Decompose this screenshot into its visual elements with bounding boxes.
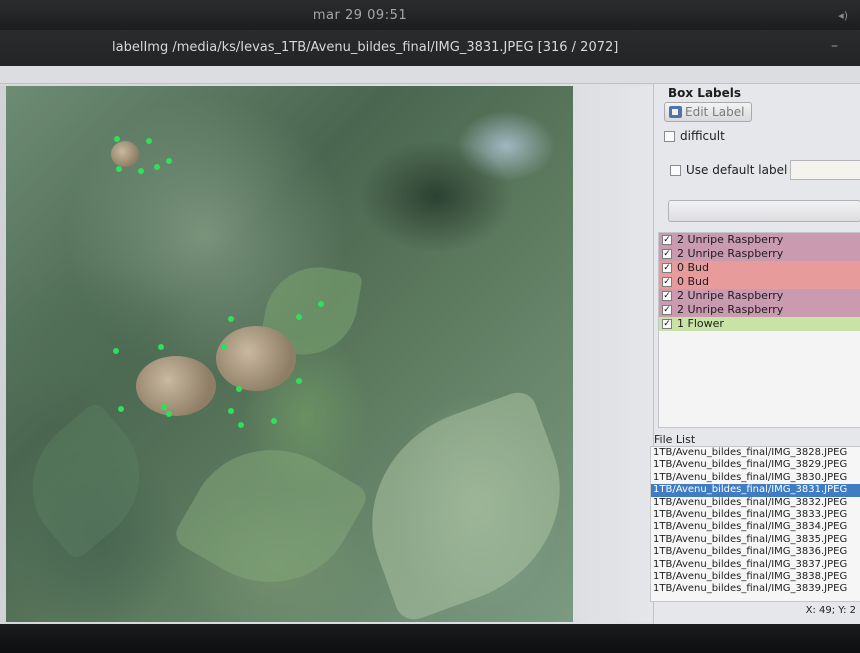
list-item[interactable]: ✓ 2 Unripe Raspberry	[659, 247, 860, 261]
list-item[interactable]: ✓ 2 Unripe Raspberry	[659, 233, 860, 247]
box-labels-dock: Box Labels Edit Label difficult Use defa…	[650, 84, 860, 624]
file-list-item[interactable]: 1TB/Avenu_bildes_final/IMG_3835.JPEG	[651, 534, 860, 546]
annotation-point[interactable]	[161, 404, 167, 410]
use-default-label-checkbox[interactable]	[670, 165, 681, 176]
edit-label-text: Edit Label	[685, 105, 745, 119]
list-item[interactable]: ✓ 0 Bud	[659, 261, 860, 275]
annotation-point[interactable]	[116, 166, 122, 172]
pencil-icon	[669, 106, 682, 118]
top-panel: mar 29 09:51 ◂)	[0, 0, 860, 30]
annotation-point[interactable]	[166, 158, 172, 164]
checkbox-check-icon[interactable]: ✓	[662, 263, 672, 273]
default-label-input[interactable]	[790, 160, 860, 180]
label-list[interactable]: ✓ 2 Unripe Raspberry ✓ 2 Unripe Raspberry …	[658, 232, 860, 428]
annotation-point[interactable]	[236, 386, 242, 392]
file-list-item[interactable]: 1TB/Avenu_bildes_final/IMG_3829.JPEG	[651, 459, 860, 471]
checkbox-check-icon[interactable]: ✓	[662, 291, 672, 301]
canvas-margin	[573, 86, 653, 622]
annotation-point[interactable]	[318, 301, 324, 307]
photo-bud	[216, 326, 296, 391]
annotation-point[interactable]	[228, 316, 234, 322]
file-list-title: File List	[654, 433, 696, 446]
file-list[interactable]: 1TB/Avenu_bildes_final/IMG_3828.JPEG 1TB…	[650, 446, 860, 602]
annotation-point[interactable]	[166, 411, 172, 417]
annotation-point[interactable]	[113, 348, 119, 354]
coordinate-status: X: 49; Y: 2	[805, 605, 856, 616]
label-combo-box[interactable]	[668, 200, 860, 222]
difficult-label: difficult	[680, 129, 725, 143]
dock-title: Box Labels	[668, 86, 742, 100]
minimize-icon[interactable]: –	[831, 38, 838, 54]
annotation-point[interactable]	[114, 136, 120, 142]
file-list-item[interactable]: 1TB/Avenu_bildes_final/IMG_3833.JPEG	[651, 509, 860, 521]
checkbox-check-icon[interactable]: ✓	[662, 319, 672, 329]
file-list-item[interactable]: 1TB/Avenu_bildes_final/IMG_3831.JPEG	[651, 484, 860, 497]
file-list-item[interactable]: 1TB/Avenu_bildes_final/IMG_3839.JPEG	[651, 583, 860, 595]
annotation-point[interactable]	[158, 344, 164, 350]
annotation-point[interactable]	[118, 406, 124, 412]
photo-bud	[111, 141, 139, 167]
menu-toolbar	[0, 66, 860, 84]
file-list-item[interactable]: 1TB/Avenu_bildes_final/IMG_3832.JPEG	[651, 497, 860, 509]
file-list-item[interactable]: 1TB/Avenu_bildes_final/IMG_3836.JPEG	[651, 546, 860, 558]
clock[interactable]: mar 29 09:51	[300, 8, 420, 23]
photo-leaf	[171, 417, 371, 615]
photo-bud	[136, 356, 216, 416]
difficult-checkbox[interactable]	[664, 131, 675, 142]
annotation-point[interactable]	[238, 422, 244, 428]
annotation-point[interactable]	[221, 344, 227, 350]
checkbox-check-icon[interactable]: ✓	[662, 277, 672, 287]
screen-bezel	[0, 624, 860, 653]
annotation-point[interactable]	[228, 408, 234, 414]
list-item[interactable]: ✓ 2 Unripe Raspberry	[659, 289, 860, 303]
image-canvas[interactable]	[6, 86, 573, 622]
checkbox-check-icon[interactable]: ✓	[662, 249, 672, 259]
file-list-item[interactable]: 1TB/Avenu_bildes_final/IMG_3828.JPEG	[651, 447, 860, 459]
file-list-item[interactable]: 1TB/Avenu_bildes_final/IMG_3838.JPEG	[651, 571, 860, 583]
speaker-icon[interactable]: ◂)	[838, 9, 848, 22]
annotation-point[interactable]	[138, 168, 144, 174]
checkbox-check-icon[interactable]: ✓	[662, 305, 672, 315]
list-item[interactable]: ✓ 1 Flower	[659, 317, 860, 331]
annotation-point[interactable]	[296, 378, 302, 384]
edit-label-button[interactable]: Edit Label	[664, 102, 752, 122]
window-title: labelImg /media/ks/Ievas_1TB/Avenu_bilde…	[112, 40, 619, 55]
list-item[interactable]: ✓ 2 Unripe Raspberry	[659, 303, 860, 317]
annotation-point[interactable]	[146, 138, 152, 144]
file-list-item[interactable]: 1TB/Avenu_bildes_final/IMG_3837.JPEG	[651, 559, 860, 571]
photo-leaf	[6, 400, 168, 562]
use-default-label-text: Use default label	[686, 163, 788, 177]
file-list-item[interactable]: 1TB/Avenu_bildes_final/IMG_3830.JPEG	[651, 472, 860, 484]
window-titlebar[interactable]: labelImg /media/ks/Ievas_1TB/Avenu_bilde…	[0, 30, 860, 66]
photo-leaf	[341, 387, 573, 622]
list-item[interactable]: ✓ 0 Bud	[659, 275, 860, 289]
annotation-point[interactable]	[154, 164, 160, 170]
file-list-item[interactable]: 1TB/Avenu_bildes_final/IMG_3834.JPEG	[651, 521, 860, 533]
checkbox-check-icon[interactable]: ✓	[662, 235, 672, 245]
annotation-point[interactable]	[296, 314, 302, 320]
annotation-point[interactable]	[271, 418, 277, 424]
